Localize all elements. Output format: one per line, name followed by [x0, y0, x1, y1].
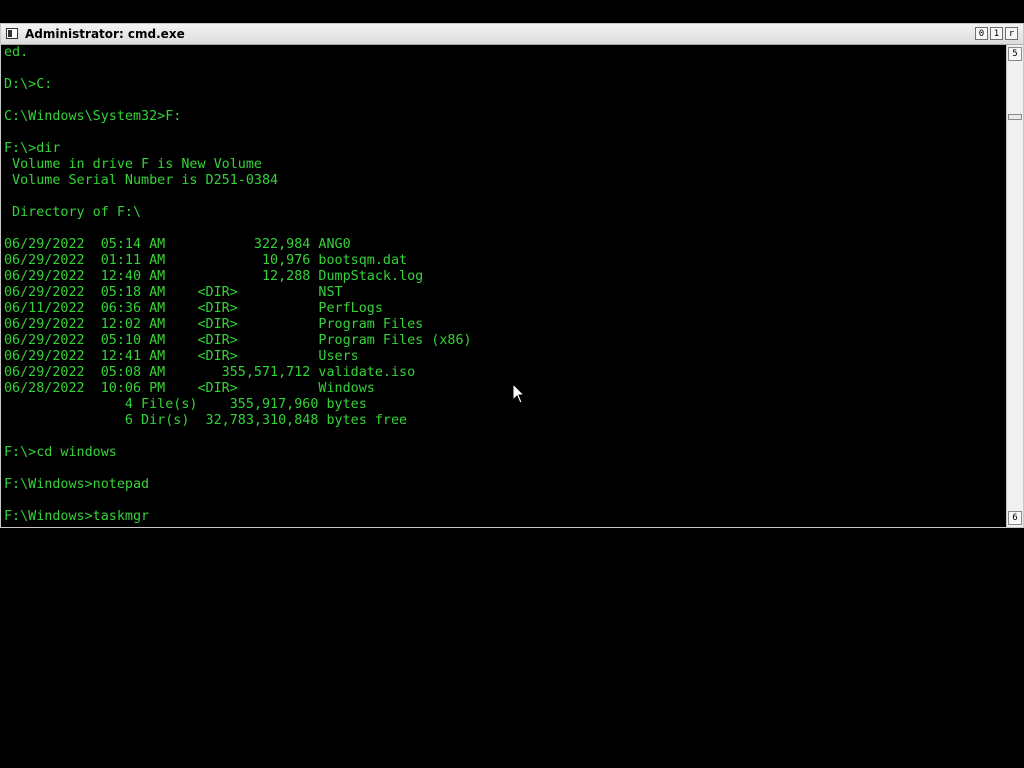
console-line: 6 Dir(s) 32,783,310,848 bytes free	[4, 413, 408, 428]
console-line: 06/29/2022 05:08 AM 355,571,712 validate…	[4, 365, 416, 380]
console-line: Directory of F:\	[4, 205, 142, 220]
console-line: F:\Windows>notepad	[4, 477, 150, 492]
console-line: F:\Windows>taskmgr	[4, 509, 150, 524]
window-controls: 0 1 r	[975, 27, 1018, 40]
maximize-button[interactable]: 1	[990, 27, 1003, 40]
minimize-button[interactable]: 0	[975, 27, 988, 40]
title-bar[interactable]: Administrator: cmd.exe 0 1 r	[1, 24, 1023, 45]
console-line: 4 File(s) 355,917,960 bytes	[4, 397, 367, 412]
console-line: 06/29/2022 05:18 AM <DIR> NST	[4, 285, 343, 300]
console-line: 06/29/2022 12:40 AM 12,288 DumpStack.log	[4, 269, 424, 284]
console-line: 06/29/2022 05:14 AM 322,984 ANG0	[4, 237, 351, 252]
scroll-thumb[interactable]	[1008, 114, 1022, 120]
console-line: Volume in drive F is New Volume	[4, 157, 262, 172]
scroll-up-button[interactable]: 5	[1008, 47, 1022, 61]
console-line: 06/29/2022 01:11 AM 10,976 bootsqm.dat	[4, 253, 408, 268]
console-line: ed.	[4, 45, 29, 60]
console-line: 06/29/2022 12:02 AM <DIR> Program Files	[4, 317, 424, 332]
cmd-window: Administrator: cmd.exe 0 1 r ed. D:\>C: …	[0, 23, 1024, 528]
console-line: 06/28/2022 10:06 PM <DIR> Windows	[4, 381, 375, 396]
console-line: 06/29/2022 05:10 AM <DIR> Program Files …	[4, 333, 472, 348]
console-line: D:\>C:	[4, 77, 53, 92]
cmd-window-icon[interactable]	[6, 28, 18, 39]
console-line: 06/29/2022 12:41 AM <DIR> Users	[4, 349, 359, 364]
console-line: Volume Serial Number is D251-0384	[4, 173, 279, 188]
scroll-down-button[interactable]: 6	[1008, 511, 1022, 525]
console-line: F:\>dir	[4, 141, 61, 156]
console-line: C:\Windows\System32>F:	[4, 109, 182, 124]
window-title: Administrator: cmd.exe	[25, 27, 185, 41]
console-output[interactable]: ed. D:\>C: C:\Windows\System32>F: F:\>di…	[4, 45, 1004, 527]
vertical-scrollbar[interactable]: 5 6	[1006, 45, 1023, 527]
console-line: F:\>cd windows	[4, 445, 117, 460]
close-button[interactable]: r	[1005, 27, 1018, 40]
mouse-pointer-icon	[512, 383, 526, 404]
console-line: 06/11/2022 06:36 AM <DIR> PerfLogs	[4, 301, 383, 316]
desktop: Administrator: cmd.exe 0 1 r ed. D:\>C: …	[0, 0, 1024, 768]
